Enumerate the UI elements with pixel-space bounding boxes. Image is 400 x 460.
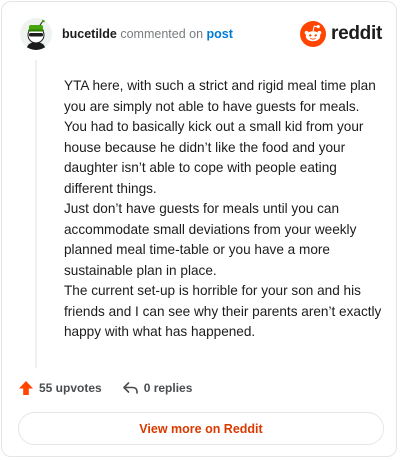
reply-count: 0 replies xyxy=(143,381,193,395)
post-link[interactable]: post xyxy=(207,27,233,41)
user-avatar[interactable] xyxy=(20,18,52,50)
comment-header: bucetilde commented on post reddit xyxy=(20,18,382,54)
brand-wordmark: reddit xyxy=(331,23,382,44)
replies-button[interactable]: 0 replies xyxy=(122,380,193,396)
comment-embed-card: bucetilde commented on post reddit YTA h… xyxy=(1,1,397,457)
comment-paragraph: YTA here, with such a strict and rigid m… xyxy=(64,78,376,196)
upvote-count: 55 upvotes xyxy=(39,381,102,395)
author-link[interactable]: bucetilde xyxy=(62,27,117,41)
reply-arrow-icon xyxy=(122,382,138,394)
comment-paragraph: Just don’t have guests for meals until y… xyxy=(64,201,357,278)
thread-line xyxy=(35,60,37,368)
reddit-logo[interactable]: reddit xyxy=(300,21,382,47)
comment-body: YTA here, with such a strict and rigid m… xyxy=(64,76,384,343)
reddit-snoo-icon xyxy=(300,21,327,47)
comment-byline: bucetilde commented on post xyxy=(62,27,233,41)
comment-paragraph: The current set-up is horrible for your … xyxy=(64,283,382,339)
upvote-button[interactable]: 55 upvotes xyxy=(18,380,102,396)
view-more-button[interactable]: View more on Reddit xyxy=(18,412,384,445)
snoo-avatar-icon xyxy=(20,18,52,50)
comment-actions: 55 upvotes 0 replies xyxy=(18,378,192,398)
upvote-arrow-icon xyxy=(19,381,33,395)
byline-verb: commented on xyxy=(120,27,204,41)
